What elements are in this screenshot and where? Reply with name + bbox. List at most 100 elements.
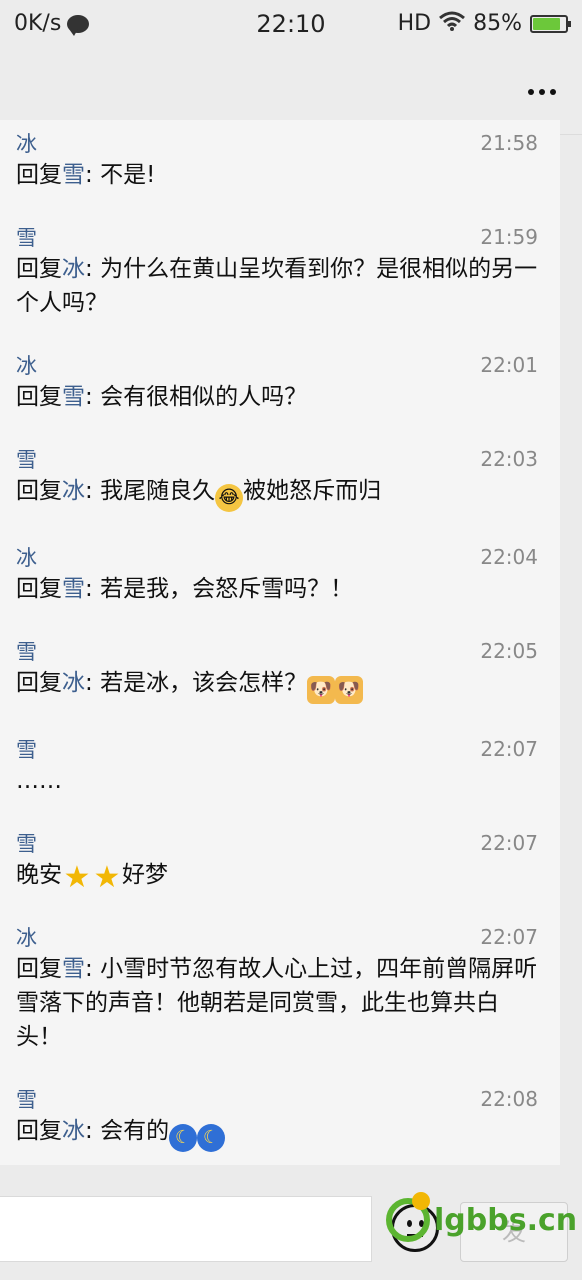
comment-time: 22:07: [480, 925, 538, 949]
dot-icon: [550, 89, 556, 95]
comment-item[interactable]: 雪 22:05 回复冰: 若是冰，该会怎样？ 🐶 🐶: [0, 628, 560, 724]
comment-item[interactable]: 雪 22:07 ……: [0, 726, 560, 818]
reply-target-name[interactable]: 雪: [62, 162, 85, 188]
watermark: lgbbs.cn: [386, 1192, 578, 1242]
comment-author[interactable]: 雪: [16, 636, 37, 666]
reply-target-name[interactable]: 雪: [62, 576, 85, 602]
comment-meta: 雪 22:05: [16, 636, 538, 666]
comment-meta: 冰 22:04: [16, 542, 538, 572]
reply-target-name[interactable]: 冰: [62, 1118, 85, 1144]
reply-prefix: 回复: [16, 670, 62, 696]
hd-indicator: HD: [397, 11, 432, 36]
reply-separator: :: [85, 576, 101, 602]
doge-emoji-icon: 🐶: [307, 676, 336, 704]
doge-emoji-icon: 🐶: [335, 676, 364, 704]
comment-author[interactable]: 雪: [16, 222, 37, 252]
comment-text: 若是我，会怒斥雪吗？！: [100, 576, 354, 602]
reply-target-name[interactable]: 冰: [62, 256, 85, 282]
comment-list[interactable]: 冰 21:58 回复雪: 不是! 雪 21:59 回复冰: 为什么在黄山呈坎看到你？是很相…: [0, 120, 560, 1165]
reply-prefix: 回复: [16, 162, 62, 188]
comment-author[interactable]: 冰: [16, 128, 37, 158]
comment-time: 21:58: [480, 131, 538, 155]
star-emoji-icon: ★: [63, 860, 91, 895]
comment-content: 回复冰: 为什么在黄山呈坎看到你？是很相似的另一个人吗？: [16, 252, 538, 340]
reply-prefix: 回复: [16, 256, 62, 282]
comment-content: 回复雪: 会有很相似的人吗？: [16, 380, 538, 434]
comment-meta: 冰 22:07: [16, 922, 538, 952]
comment-text-after: 被她怒斥而归: [243, 478, 382, 504]
comment-time: 22:04: [480, 545, 538, 569]
comment-content: 回复冰: 若是冰，该会怎样？ 🐶 🐶: [16, 666, 538, 724]
reply-prefix: 回复: [16, 576, 62, 602]
comment-author[interactable]: 雪: [16, 828, 37, 858]
comment-meta: 冰 22:01: [16, 350, 538, 380]
comment-author[interactable]: 雪: [16, 444, 37, 474]
comment-content: ……: [16, 764, 538, 818]
status-right: HD 85%: [397, 11, 571, 36]
star-emoji-icon: ★: [93, 860, 121, 895]
moon-emoji-icon: ☾: [169, 1124, 198, 1152]
reply-target-name[interactable]: 冰: [62, 478, 85, 504]
comment-time: 22:08: [480, 1087, 538, 1111]
cry-laugh-emoji-icon: 😂: [215, 484, 244, 512]
reply-separator: :: [85, 162, 101, 188]
battery-fill: [533, 17, 561, 30]
comment-time: 22:07: [480, 737, 538, 761]
battery-percent: 85%: [473, 11, 522, 36]
comment-text: 会有的: [100, 1118, 170, 1144]
comment-meta: 雪 22:07: [16, 734, 538, 764]
battery-icon: [530, 14, 571, 33]
comment-meta: 冰 21:58: [16, 128, 538, 158]
dot-icon: [528, 89, 534, 95]
comment-item[interactable]: 冰 22:07 回复雪: 小雪时节忽有故人心上过，四年前曾隔屏听雪落下的声音！他朝若…: [0, 914, 560, 1074]
comment-text: 不是!: [100, 162, 156, 188]
watermark-text: lgbbs.cn: [434, 1202, 578, 1238]
comment-author[interactable]: 冰: [16, 922, 37, 952]
comment-text: 会有很相似的人吗？: [100, 384, 308, 410]
reply-target-name[interactable]: 冰: [62, 670, 85, 696]
comment-meta: 雪 22:03: [16, 444, 538, 474]
comment-content: 回复雪: 不是!: [16, 158, 538, 212]
reply-separator: :: [85, 1118, 101, 1144]
comment-item[interactable]: 雪 22:08 回复冰: 会有的 ☾ ☾: [0, 1076, 560, 1165]
comment-meta: 雪 22:08: [16, 1084, 538, 1114]
comment-time: 22:05: [480, 639, 538, 663]
comment-item[interactable]: 雪 22:03 回复冰: 我尾随良久 😂 被她怒斥而归: [0, 436, 560, 532]
more-options-button[interactable]: [522, 72, 562, 112]
reply-prefix: 回复: [16, 478, 62, 504]
comment-time: 22:01: [480, 353, 538, 377]
comment-text: 若是冰，该会怎样？: [100, 670, 308, 696]
comment-input[interactable]: [0, 1196, 372, 1262]
comment-item[interactable]: 冰 22:01 回复雪: 会有很相似的人吗？: [0, 342, 560, 434]
wifi-icon: [439, 11, 466, 36]
moon-emoji-icon: ☾: [197, 1124, 226, 1152]
comment-item[interactable]: 冰 21:58 回复雪: 不是!: [0, 120, 560, 212]
comment-time: 21:59: [480, 225, 538, 249]
reply-prefix: 回复: [16, 1118, 62, 1144]
comment-author[interactable]: 雪: [16, 1084, 37, 1114]
comment-author[interactable]: 雪: [16, 734, 37, 764]
comment-meta: 雪 22:07: [16, 828, 538, 858]
reply-target-name[interactable]: 雪: [62, 956, 85, 982]
comment-text: 晚安: [16, 862, 62, 888]
comment-item[interactable]: 雪 21:59 回复冰: 为什么在黄山呈坎看到你？是很相似的另一个人吗？: [0, 214, 560, 340]
comment-content: 回复冰: 会有的 ☾ ☾: [16, 1114, 538, 1165]
status-bar: 0K/s 22:10 HD 85%: [0, 0, 582, 50]
comment-item[interactable]: 雪 22:07 晚安★ ★好梦: [0, 820, 560, 912]
reply-separator: :: [85, 670, 101, 696]
reply-separator: :: [85, 956, 101, 982]
reply-separator: :: [85, 384, 101, 410]
comment-time: 22:03: [480, 447, 538, 471]
reply-prefix: 回复: [16, 384, 62, 410]
comment-author[interactable]: 冰: [16, 542, 37, 572]
comment-content: 晚安★ ★好梦: [16, 858, 538, 912]
comment-content: 回复冰: 我尾随良久 😂 被她怒斥而归: [16, 474, 538, 532]
comment-author[interactable]: 冰: [16, 350, 37, 380]
lgbbs-logo-icon: [386, 1192, 430, 1242]
dot-icon: [539, 89, 545, 95]
reply-separator: :: [85, 256, 101, 282]
comment-text: ……: [16, 768, 62, 794]
comment-item[interactable]: 冰 22:04 回复雪: 若是我，会怒斥雪吗？！: [0, 534, 560, 626]
reply-target-name[interactable]: 雪: [62, 384, 85, 410]
comment-meta: 雪 21:59: [16, 222, 538, 252]
